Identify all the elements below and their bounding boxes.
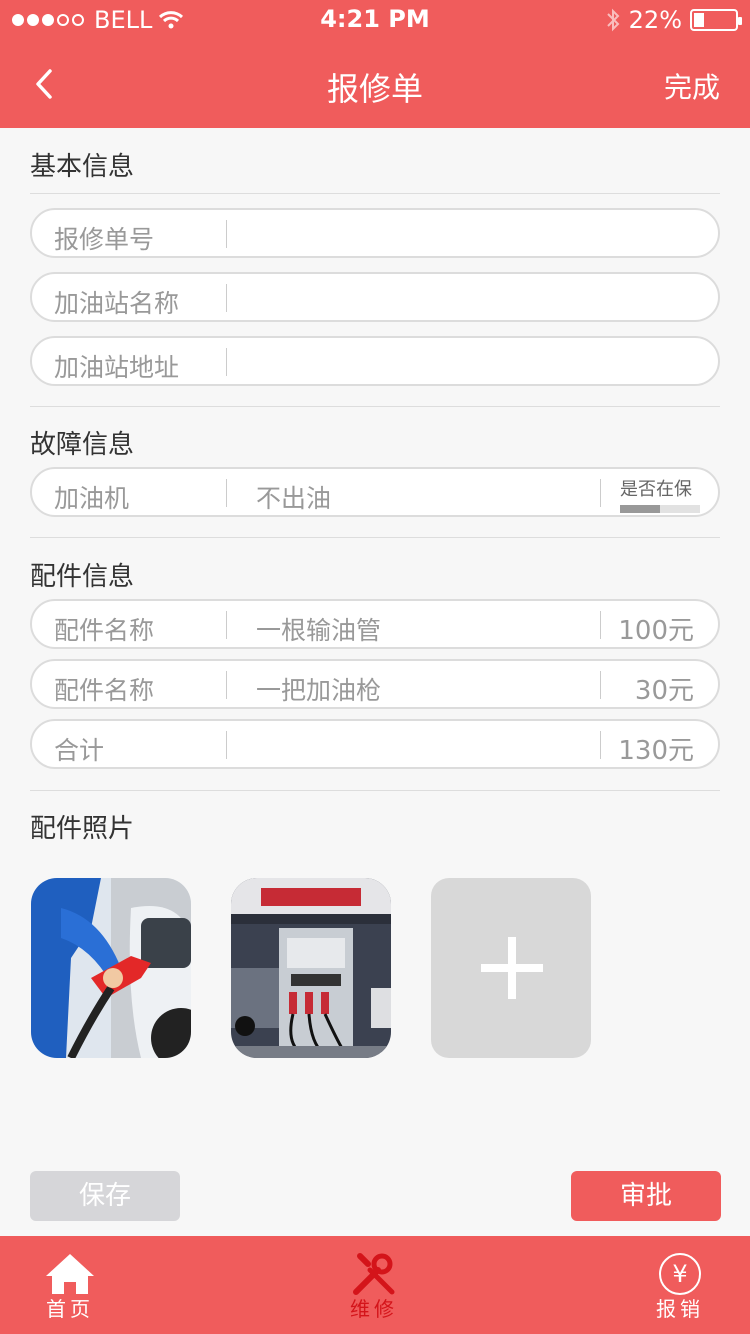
field-separator bbox=[600, 479, 601, 507]
status-bar: BELL 4:21 PM 22% bbox=[0, 0, 750, 40]
field-separator bbox=[226, 220, 227, 248]
fault-description: 不出油 bbox=[256, 484, 332, 513]
divider bbox=[30, 790, 720, 791]
field-separator bbox=[600, 611, 601, 639]
tab-home[interactable]: 首页 bbox=[10, 1236, 130, 1334]
warranty-slider[interactable] bbox=[620, 505, 700, 513]
fueling-photo[interactable] bbox=[31, 878, 191, 1058]
warranty-label: 是否在保 bbox=[620, 479, 692, 500]
yen-icon: ¥ bbox=[659, 1253, 701, 1295]
battery-percent: 22% bbox=[628, 6, 682, 34]
part-name: 一把加油枪 bbox=[256, 676, 382, 705]
yen-symbol: ¥ bbox=[672, 1260, 687, 1288]
field-label: 配件名称 bbox=[54, 616, 155, 645]
parts-info-title: 配件信息 bbox=[30, 562, 135, 592]
bluetooth-icon bbox=[606, 8, 620, 32]
field-separator bbox=[600, 671, 601, 699]
field-separator bbox=[226, 479, 227, 507]
part-amount: 30元 bbox=[634, 676, 694, 706]
tab-reimburse-label: 报销 bbox=[656, 1297, 704, 1321]
add-photo-button[interactable] bbox=[431, 878, 591, 1058]
field-separator bbox=[226, 731, 227, 759]
field-separator bbox=[600, 731, 601, 759]
field-separator bbox=[226, 671, 227, 699]
total-amount: 130元 bbox=[618, 736, 694, 766]
part-name: 一根输油管 bbox=[256, 616, 382, 645]
top-bar: BELL 4:21 PM 22% 报修单 完成 bbox=[0, 0, 750, 128]
wrench-screwdriver-icon bbox=[353, 1253, 395, 1295]
fuel-pump-photo[interactable] bbox=[231, 878, 391, 1058]
repair-order-number-field[interactable]: 报修单号 bbox=[30, 208, 720, 258]
photos-title: 配件照片 bbox=[30, 814, 135, 844]
status-right: 22% bbox=[605, 6, 742, 34]
field-separator bbox=[226, 348, 227, 376]
divider bbox=[30, 406, 720, 407]
save-button[interactable]: 保存 bbox=[30, 1171, 180, 1221]
basic-info-title: 基本信息 bbox=[30, 152, 135, 182]
page-title: 报修单 bbox=[326, 70, 423, 108]
field-label: 加油机 bbox=[54, 484, 130, 513]
nav-bar: 报修单 完成 bbox=[0, 40, 750, 128]
field-label: 加油站名称 bbox=[54, 289, 180, 318]
field-label: 配件名称 bbox=[54, 676, 155, 705]
tab-reimburse[interactable]: ¥ 报销 bbox=[620, 1236, 740, 1334]
tab-home-label: 首页 bbox=[46, 1297, 94, 1321]
fault-field[interactable]: 加油机 不出油 是否在保 bbox=[30, 467, 720, 517]
tab-repair-label: 维修 bbox=[350, 1297, 398, 1321]
approve-button[interactable]: 审批 bbox=[571, 1171, 721, 1221]
battery-icon bbox=[690, 9, 742, 31]
divider bbox=[30, 537, 720, 538]
field-label: 加油站地址 bbox=[54, 353, 180, 382]
field-label: 合计 bbox=[54, 736, 105, 765]
field-separator bbox=[226, 611, 227, 639]
part-row[interactable]: 配件名称 一把加油枪 30元 bbox=[30, 659, 720, 709]
warranty-toggle[interactable]: 是否在保 bbox=[620, 475, 700, 513]
tab-repair[interactable]: 维修 bbox=[314, 1236, 434, 1334]
field-label: 报修单号 bbox=[54, 225, 155, 254]
part-row[interactable]: 配件名称 一根输油管 100元 bbox=[30, 599, 720, 649]
home-icon bbox=[46, 1254, 94, 1294]
station-address-field[interactable]: 加油站地址 bbox=[30, 336, 720, 386]
divider bbox=[30, 193, 720, 194]
done-button[interactable]: 完成 bbox=[664, 66, 720, 106]
station-name-field[interactable]: 加油站名称 bbox=[30, 272, 720, 322]
part-amount: 100元 bbox=[618, 616, 694, 646]
total-row: 合计 130元 bbox=[30, 719, 720, 769]
field-separator bbox=[226, 284, 227, 312]
tab-bar: 首页 维修 ¥ 报销 bbox=[0, 1236, 750, 1334]
fault-info-title: 故障信息 bbox=[30, 430, 135, 460]
